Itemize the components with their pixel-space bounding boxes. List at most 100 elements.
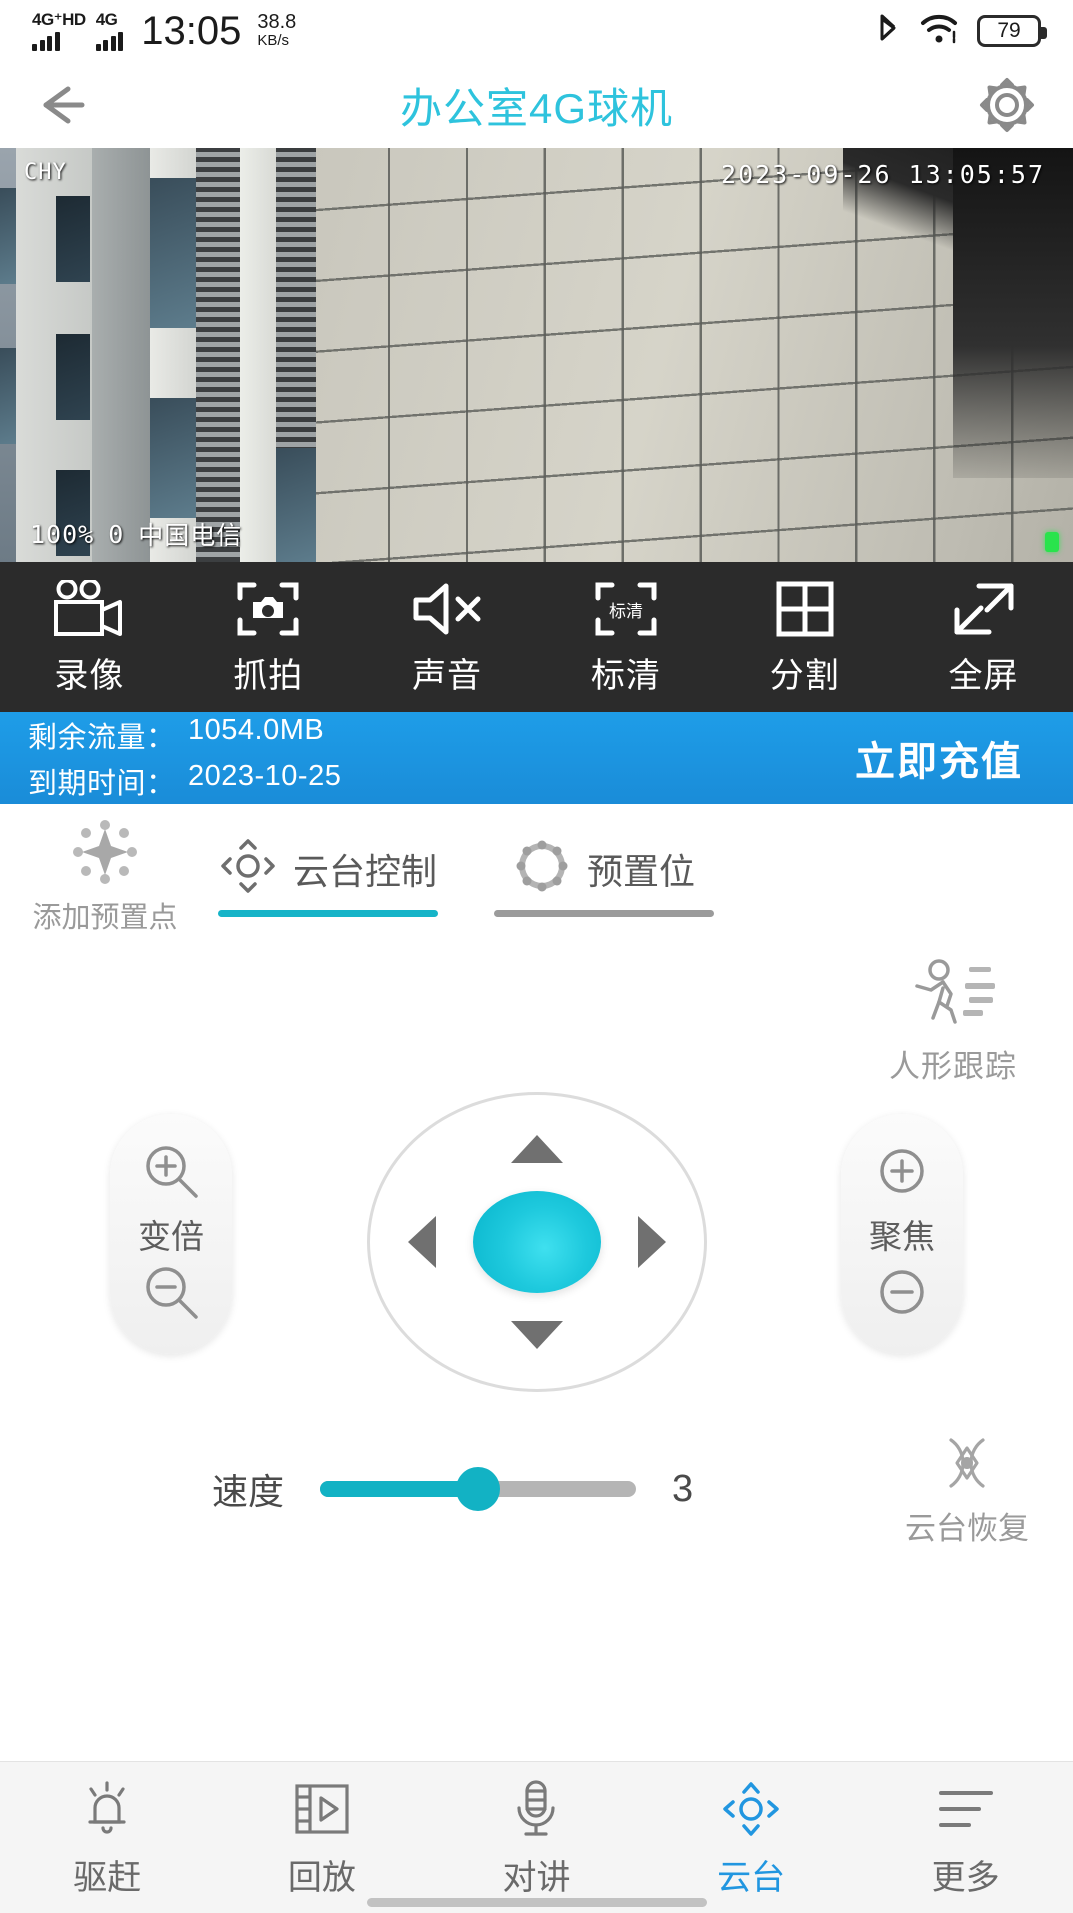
- focus-label: 聚焦: [869, 1218, 935, 1255]
- video-channel-tag: CHY: [24, 160, 67, 185]
- focus-in-icon[interactable]: [871, 1140, 933, 1207]
- arrow-left-icon[interactable]: [407, 1216, 436, 1268]
- bluetooth-icon: [875, 12, 901, 51]
- nav-label: 回放: [287, 1859, 356, 1897]
- ptz-control-icon: [219, 837, 277, 900]
- video-toolbar: 录像 抓拍 声音 标清 标清 分割 全屏: [0, 562, 1073, 712]
- signal-bars-icon-1: [32, 31, 60, 51]
- video-preview[interactable]: CHY 2023-09-26 13:05:57 100% 0 中国电信: [0, 148, 1073, 562]
- human-tracking-label: 人形跟踪: [889, 1049, 1017, 1084]
- running-person-icon: [905, 958, 1001, 1035]
- data-plan-info: 剩余流量： 1054.0MB 到期时间： 2023-10-25: [28, 714, 341, 802]
- zoom-control-pill: 变倍: [110, 1114, 232, 1354]
- network-speed: 38.8 KB/s: [257, 12, 296, 49]
- ptz-restore-button[interactable]: 云台恢复: [905, 1430, 1029, 1548]
- gear-icon[interactable]: [975, 73, 1039, 137]
- expiry-value: 2023-10-25: [188, 760, 342, 792]
- tab-preset-label: 预置位: [586, 850, 695, 892]
- joystick-knob[interactable]: [472, 1191, 601, 1293]
- nav-label: 云台: [717, 1859, 786, 1897]
- focus-out-icon[interactable]: [871, 1261, 933, 1328]
- toolbar-item-sound[interactable]: 声音: [358, 578, 537, 697]
- battery-level-label: 79: [997, 19, 1021, 42]
- video-window: [0, 348, 16, 444]
- ptz-restore-label: 云台恢复: [905, 1511, 1029, 1546]
- video-building-col-3: [92, 148, 150, 562]
- video-frame: [0, 148, 1073, 562]
- human-tracking-button[interactable]: 人形跟踪: [863, 958, 1043, 1086]
- bottom-navigation: 驱赶 回放 对讲 云台 更多: [0, 1761, 1073, 1913]
- tab-ptz-control[interactable]: 云台控制: [218, 837, 438, 917]
- data-plan-banner: 剩余流量： 1054.0MB 到期时间： 2023-10-25 立即充值: [0, 712, 1073, 804]
- signal-bars-icon-2: [95, 31, 124, 51]
- network-speed-unit: KB/s: [257, 32, 290, 50]
- toolbar-item-fullscreen[interactable]: 全屏: [894, 578, 1073, 697]
- preset-circle-icon: [513, 837, 571, 900]
- remaining-traffic-row: 剩余流量： 1054.0MB: [28, 714, 341, 756]
- expiry-label: 到期时间：: [28, 768, 176, 800]
- tab-preset-head: 预置位: [513, 837, 695, 900]
- zoom-out-icon[interactable]: [140, 1261, 202, 1328]
- toolbar-item-quality[interactable]: 标清 标清: [536, 578, 715, 697]
- nav-label: 更多: [931, 1859, 1000, 1897]
- back-arrow-icon[interactable]: [34, 77, 90, 133]
- video-window: [56, 196, 90, 282]
- camcorder-icon: [50, 578, 128, 640]
- toolbar-label: 分割: [769, 656, 840, 695]
- recharge-button[interactable]: 立即充值: [855, 729, 1045, 787]
- toolbar-label: 全屏: [948, 656, 1019, 695]
- video-window: [276, 448, 316, 562]
- speed-label: 速度: [212, 1471, 285, 1512]
- intercom-mic-icon: [508, 1776, 564, 1842]
- toolbar-item-split[interactable]: 分割: [715, 578, 894, 697]
- tab-preset-underline: [494, 910, 714, 917]
- snapshot-icon: [235, 578, 301, 640]
- tab-preset-positions[interactable]: 预置位: [494, 837, 714, 917]
- status-bar: 4G⁺HD 4G 13:05 38.8 KB/s 79: [0, 0, 1073, 62]
- video-window: [56, 334, 90, 420]
- nav-label: 对讲: [502, 1859, 571, 1897]
- add-preset-button[interactable]: 添加预置点: [0, 819, 210, 936]
- add-preset-label: 添加预置点: [32, 901, 178, 934]
- toolbar-item-record[interactable]: 录像: [0, 578, 179, 697]
- speed-control-row: 速度 3 云台恢复: [0, 1438, 1073, 1546]
- expiry-row: 到期时间： 2023-10-25: [28, 760, 341, 802]
- arrow-up-icon[interactable]: [510, 1135, 563, 1163]
- speed-slider[interactable]: [320, 1467, 637, 1511]
- arrow-down-icon[interactable]: [510, 1321, 563, 1349]
- video-window: [0, 188, 16, 284]
- wifi-icon: [919, 12, 959, 51]
- battery-indicator: 79: [977, 15, 1047, 47]
- more-lines-icon: [935, 1776, 997, 1842]
- speed-slider-thumb[interactable]: [456, 1467, 501, 1511]
- focus-control-pill: 聚焦: [841, 1114, 963, 1354]
- nav-item-deterrence[interactable]: 驱赶: [0, 1776, 215, 1899]
- video-window: [150, 178, 196, 328]
- remaining-traffic-label: 剩余流量：: [28, 722, 176, 754]
- arrow-right-icon[interactable]: [637, 1216, 666, 1268]
- ptz-direction-pad[interactable]: [366, 1092, 707, 1392]
- title-bar: 办公室4G球机: [0, 62, 1073, 148]
- nav-item-playback[interactable]: 回放: [215, 1776, 430, 1899]
- status-clock: 13:05: [141, 9, 242, 53]
- playback-film-icon: [291, 1776, 353, 1842]
- status-bar-right: 79: [875, 12, 1047, 51]
- network-speed-value: 38.8: [257, 11, 297, 34]
- zoom-in-icon[interactable]: [140, 1140, 202, 1207]
- toolbar-label: 声音: [412, 656, 483, 695]
- signal-group-2: 4G: [95, 11, 124, 51]
- network-type-label-1: 4G⁺HD: [32, 10, 86, 29]
- video-building-col-5: [196, 148, 240, 562]
- page-title: 办公室4G球机: [399, 84, 674, 132]
- toolbar-label: 录像: [54, 656, 125, 695]
- gesture-home-indicator: [366, 1898, 707, 1907]
- nav-item-more[interactable]: 更多: [858, 1776, 1073, 1899]
- app-screen: 4G⁺HD 4G 13:05 38.8 KB/s 79 办公室4G球机 CHY …: [0, 0, 1073, 1913]
- toolbar-item-snapshot[interactable]: 抓拍: [179, 578, 358, 697]
- split-grid-icon: [775, 578, 835, 640]
- nav-item-ptz[interactable]: 云台: [644, 1776, 859, 1899]
- ptz-diamond-icon: [720, 1776, 782, 1842]
- remaining-traffic-value: 1054.0MB: [188, 714, 325, 746]
- nav-item-intercom[interactable]: 对讲: [429, 1776, 644, 1899]
- nav-label: 驱赶: [73, 1859, 142, 1897]
